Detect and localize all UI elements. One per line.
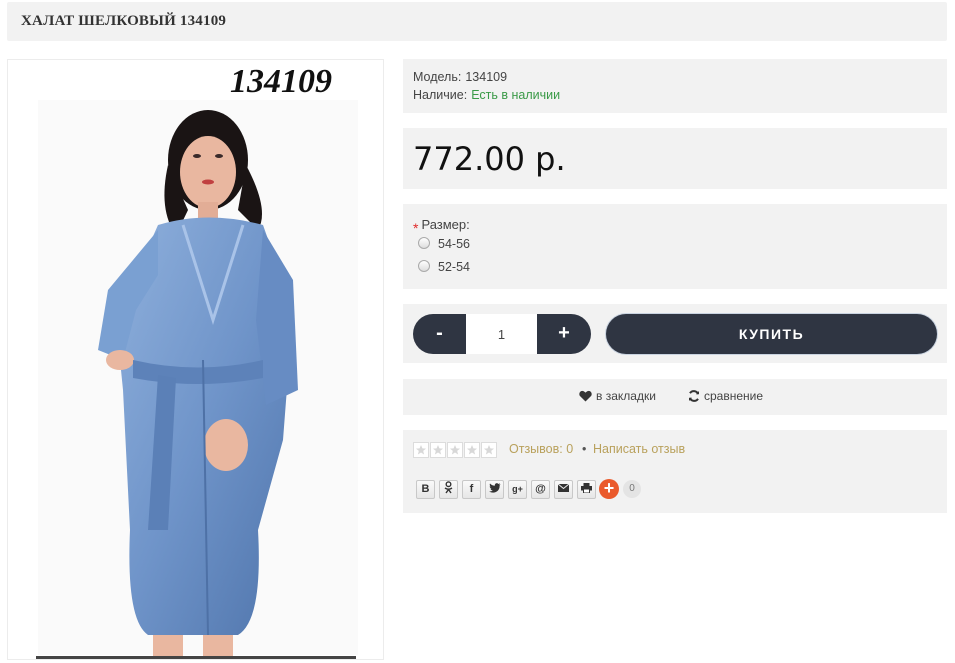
quantity-decrease-button[interactable]: - xyxy=(413,314,466,354)
mail-share-button[interactable] xyxy=(554,479,573,499)
twitter-icon xyxy=(488,482,500,493)
star-empty-icon xyxy=(430,442,446,458)
facebook-share-button[interactable]: f xyxy=(462,479,481,499)
size-option-54-56[interactable]: 54-56 xyxy=(418,237,470,251)
required-mark: * xyxy=(413,220,419,236)
twitter-share-button[interactable] xyxy=(485,479,504,499)
product-photo-illustration: 134109 xyxy=(8,60,383,659)
odnoklassniki-share-button[interactable] xyxy=(439,479,458,499)
stock-row: Наличие: Есть в наличии xyxy=(413,88,560,102)
size-option-label: 54-56 xyxy=(438,237,470,251)
rating-stars xyxy=(413,442,498,461)
radio-button[interactable] xyxy=(418,260,430,272)
share-buttons: Вf g+ @ +0 xyxy=(416,479,641,499)
vkontakte-share-button[interactable]: В xyxy=(416,479,435,499)
size-label: * Размер: xyxy=(413,216,470,236)
star-empty-icon xyxy=(413,442,429,458)
google-plus-share-button[interactable]: g+ xyxy=(508,479,527,499)
ok-icon xyxy=(444,480,453,493)
star-empty-icon xyxy=(481,442,497,458)
size-option-label: 52-54 xyxy=(438,260,470,274)
refresh-icon xyxy=(689,390,699,402)
model-value: 134109 xyxy=(465,70,508,84)
quantity-increase-button[interactable]: + xyxy=(537,314,591,354)
write-review-link[interactable]: Написать отзыв xyxy=(593,442,685,456)
reviews-panel: Отзывов: 0 • Написать отзыв Вf g+ @ +0 xyxy=(403,430,947,513)
model-label: Модель: xyxy=(413,70,462,84)
page-title: ХАЛАТ ШЕЛКОВЫЙ 134109 xyxy=(21,13,227,29)
share-counter: 0 xyxy=(623,480,641,498)
stock-label: Наличие: xyxy=(413,88,468,102)
cart-panel: - + КУПИТЬ xyxy=(403,304,947,363)
model-row: Модель: 134109 xyxy=(413,70,507,84)
size-options-panel: * Размер: 54-56 52-54 xyxy=(403,204,947,289)
buy-button[interactable]: КУПИТЬ xyxy=(606,314,937,354)
stock-status: Есть в наличии xyxy=(471,88,561,102)
wishlist-label: в закладки xyxy=(596,389,656,403)
email-share-button[interactable]: @ xyxy=(531,479,550,499)
compare-link[interactable]: сравнение xyxy=(688,389,763,403)
product-price: 772.00 р. xyxy=(413,140,566,178)
print-button[interactable] xyxy=(577,479,596,499)
share-more-button[interactable]: + xyxy=(599,479,619,499)
reviews-count-link[interactable]: Отзывов: 0 xyxy=(509,442,573,456)
price-panel: 772.00 р. xyxy=(403,128,947,189)
quantity-input[interactable] xyxy=(466,314,537,354)
star-empty-icon xyxy=(464,442,480,458)
wishlist-link[interactable]: в закладки xyxy=(579,389,656,403)
wishlist-compare-panel: в закладки сравнение xyxy=(403,379,947,415)
radio-button[interactable] xyxy=(418,237,430,249)
separator-dot: • xyxy=(582,442,587,456)
compare-label: сравнение xyxy=(704,389,764,403)
photo-label: 134109 xyxy=(230,63,332,100)
product-title-bar: ХАЛАТ ШЕЛКОВЫЙ 134109 xyxy=(7,2,947,41)
print-icon xyxy=(581,482,592,493)
mail-icon xyxy=(557,483,570,492)
product-info-panel: Модель: 134109 Наличие: Есть в наличии xyxy=(403,59,947,113)
star-empty-icon xyxy=(447,442,463,458)
heart-icon xyxy=(579,390,592,402)
size-label-text: Размер: xyxy=(421,217,470,232)
size-option-52-54[interactable]: 52-54 xyxy=(418,260,470,274)
product-image[interactable]: 134109 xyxy=(7,59,384,660)
